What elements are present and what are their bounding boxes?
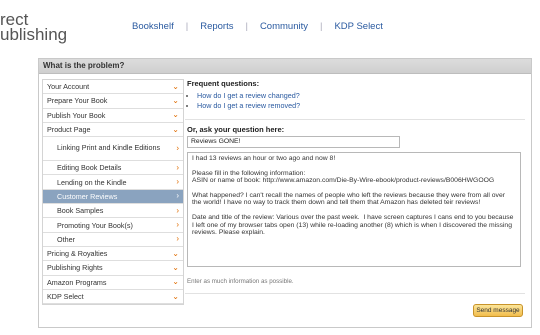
sidebar-item-label: Prepare Your Book — [47, 96, 108, 106]
chevron-right-icon: › — [176, 143, 179, 153]
chevron-right-icon: › — [176, 162, 179, 172]
ask-title: Or, ask your question here: — [187, 125, 285, 134]
body-paragraph: I had 13 reviews an hour or two ago and … — [192, 155, 336, 162]
chevron-down-icon: ⌄ — [172, 277, 179, 287]
chevron-right-icon: › — [176, 177, 179, 187]
chevron-down-icon: ⌄ — [172, 291, 179, 301]
faq-link-review-changed[interactable]: How do I get a review changed? — [197, 91, 300, 100]
sidebar-item-product-page[interactable]: Product Page ⌄ — [43, 123, 183, 138]
faq-title: Frequent questions: — [187, 79, 260, 88]
sidebar-item-lending-on-the-kindle[interactable]: Lending on the Kindle › — [43, 175, 183, 190]
sidebar-item-amazon-programs[interactable]: Amazon Programs ⌄ — [43, 276, 183, 290]
body-paragraph: What happened? I can't recall the names … — [192, 191, 507, 207]
chevron-down-icon: ⌄ — [172, 81, 179, 91]
divider — [185, 293, 525, 294]
subject-input[interactable]: Reviews GONE! — [187, 136, 400, 148]
sidebar-item-label: Lending on the Kindle — [57, 177, 127, 187]
sidebar-item-promoting-your-book-s[interactable]: Promoting Your Book(s) › — [43, 218, 183, 233]
body-paragraph: Date and title of the review: Various ov… — [192, 213, 516, 237]
sidebar-item-label: Publish Your Book — [47, 110, 106, 120]
sidebar-item-your-account[interactable]: Your Account ⌄ — [43, 80, 183, 95]
sidebar-item-book-samples[interactable]: Book Samples › — [43, 204, 183, 219]
nav-kdp-select[interactable]: KDP Select — [334, 21, 382, 32]
sidebar-item-label: Pricing & Royalties — [47, 249, 108, 259]
chevron-down-icon: ⌄ — [172, 248, 179, 258]
chevron-down-icon: ⌄ — [172, 262, 179, 272]
kdp-logo: rect ublishing — [0, 11, 68, 44]
nav-bookshelf[interactable]: Bookshelf — [132, 21, 174, 32]
sidebar-item-label: Editing Book Details — [57, 163, 122, 173]
chevron-right-icon: › — [176, 220, 179, 230]
sidebar-item-pricing-royalties[interactable]: Pricing & Royalties ⌄ — [43, 247, 183, 262]
sidebar-item-publish-your-book[interactable]: Publish Your Book ⌄ — [43, 109, 183, 123]
top-navigation: Bookshelf | Reports | Community | KDP Select — [132, 21, 383, 32]
sidebar-item-label: Product Page — [47, 125, 91, 135]
question-textarea[interactable]: I had 13 reviews an hour or two ago and … — [187, 152, 521, 267]
chevron-right-icon: › — [176, 234, 179, 244]
sidebar-item-label: Linking Print and Kindle Editions — [57, 143, 161, 153]
sidebar-item-label: Publishing Rights — [47, 263, 103, 273]
nav-separator: | — [319, 21, 323, 32]
helper-text: Enter as much information as possible. — [187, 278, 294, 285]
sidebar-item-prepare-your-book[interactable]: Prepare Your Book ⌄ — [43, 94, 183, 109]
nav-separator: | — [245, 21, 248, 32]
sidebar-item-label: KDP Select — [47, 292, 84, 301]
logo-line-2: ublishing — [0, 25, 68, 44]
faq-item: How do I get a review removed? — [197, 101, 525, 110]
sidebar-item-label: Other — [57, 234, 75, 244]
sidebar-item-customer-reviews[interactable]: Customer Reviews › — [43, 189, 183, 205]
sidebar-item-other[interactable]: Other › — [43, 233, 183, 247]
chevron-right-icon: › — [176, 205, 179, 215]
sidebar-item-label: Promoting Your Book(s) — [57, 220, 133, 230]
chevron-down-icon: ⌄ — [172, 95, 179, 105]
chevron-down-icon: ⌄ — [172, 124, 179, 134]
sidebar-item-label: Your Account — [47, 82, 90, 92]
sidebar-item-editing-book-details[interactable]: Editing Book Details › — [43, 161, 183, 176]
faq-item: How do I get a review changed? — [197, 91, 525, 100]
sidebar-item-label: Customer Reviews — [57, 191, 118, 201]
sidebar-item-label: Amazon Programs — [47, 277, 107, 287]
question-content: Frequent questions: How do I get a revie… — [185, 79, 525, 317]
faq-list: How do I get a review changed? How do I … — [187, 91, 525, 110]
topic-sidebar: Your Account ⌄ Prepare Your Book ⌄ Publish Y… — [42, 79, 184, 306]
nav-community[interactable]: Community — [260, 21, 308, 32]
sidebar-item-kdp-select[interactable]: KDP Select ⌄ — [43, 290, 183, 305]
chevron-right-icon: › — [176, 191, 179, 201]
problem-panel: What is the problem? Your Account ⌄ Prepar… — [38, 58, 532, 328]
divider — [185, 119, 525, 120]
chevron-down-icon: ⌄ — [172, 110, 179, 120]
sidebar-item-publishing-rights[interactable]: Publishing Rights ⌄ — [43, 261, 183, 276]
nav-reports[interactable]: Reports — [200, 21, 233, 32]
panel-title: What is the problem? — [39, 59, 531, 74]
send-message-button[interactable]: Send message — [473, 304, 523, 317]
body-paragraph: Please fill in the following information… — [192, 169, 495, 185]
nav-separator: | — [185, 21, 189, 32]
sidebar-item-label: Book Samples — [57, 206, 104, 216]
faq-link-review-removed[interactable]: How do I get a review removed? — [197, 101, 300, 110]
sidebar-item-linking-print-and-kindle-editions[interactable]: Linking Print and Kindle Editions › — [43, 137, 183, 162]
